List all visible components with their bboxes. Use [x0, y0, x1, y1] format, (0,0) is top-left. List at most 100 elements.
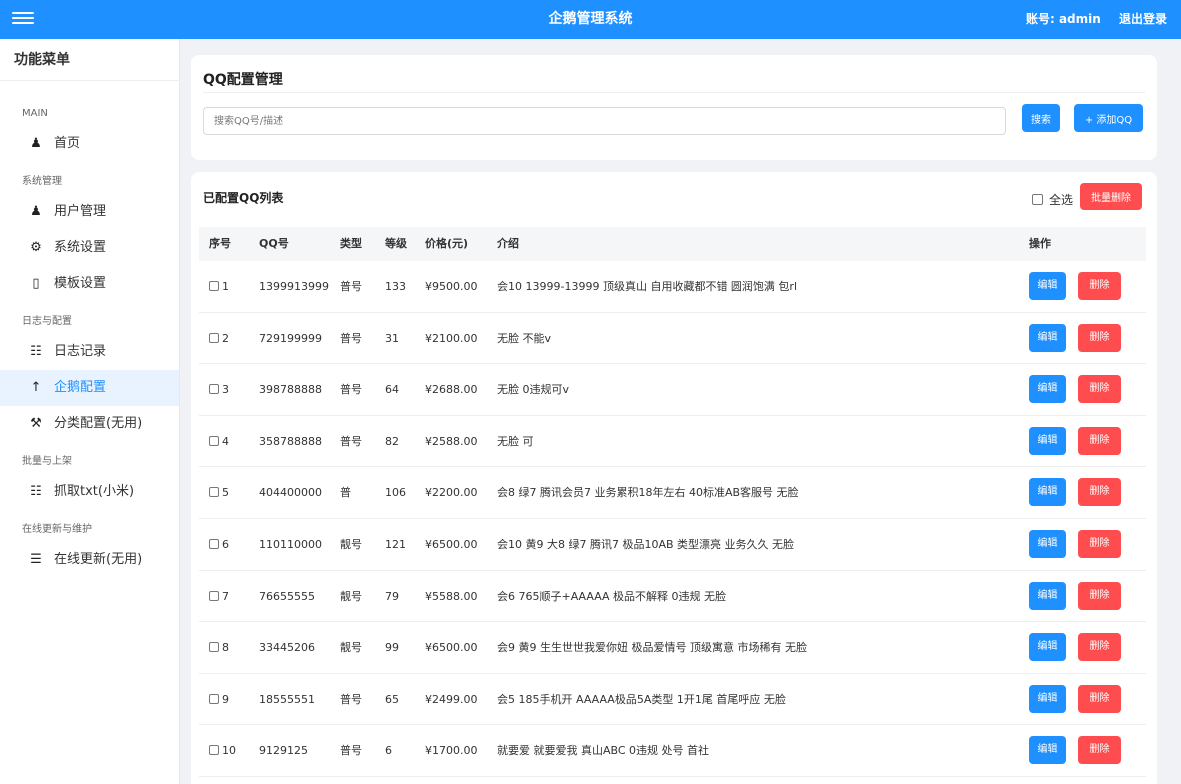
app-title: 企鹅管理系统	[548, 11, 633, 27]
sidebar-item[interactable]: ♟ 首页	[0, 126, 179, 162]
level-cell: 82	[385, 434, 399, 448]
delete-button[interactable]: 删除	[1078, 272, 1121, 300]
description-cell: 会8 绿7 腾讯会员7 业务累积18年左右 40标准AB客服号 无脸	[497, 486, 799, 500]
row-index-cell: 8	[209, 622, 229, 673]
row-index: 2	[222, 331, 229, 345]
row-index: 3	[222, 383, 229, 397]
price-cell: ¥6500.00	[425, 537, 478, 551]
edit-button[interactable]: 编辑	[1029, 529, 1066, 558]
document-icon: ☷	[30, 344, 42, 359]
row-checkbox[interactable]	[209, 590, 219, 601]
delete-button[interactable]: 删除	[1078, 581, 1121, 610]
delete-button[interactable]: 删除	[1078, 633, 1121, 662]
edit-button[interactable]: 编辑	[1029, 323, 1066, 352]
qq-number-cell: 358788888	[259, 434, 322, 448]
row-checkbox[interactable]	[209, 642, 219, 653]
row-index: 8	[222, 641, 229, 655]
sidebar-item[interactable]: ↑ 企鹅配置	[0, 370, 179, 406]
account-label: 账号: admin	[1025, 12, 1101, 26]
price-cell: ¥2200.00	[425, 486, 478, 500]
price-cell: ¥2100.00	[425, 331, 478, 345]
sidebar-item[interactable]: ⚒ 分类配置(无用)	[0, 406, 179, 442]
select-all-label: 全选	[1049, 193, 1074, 207]
edit-button[interactable]: 编辑	[1029, 736, 1066, 765]
row-checkbox[interactable]	[209, 281, 219, 291]
row-checkbox[interactable]	[209, 487, 219, 498]
price-cell: ¥9500.00	[425, 280, 478, 293]
qq-list-card: 已配置QQ列表 全选 批量删除 序号 QQ号 类型 等级 价格(元) 介绍 操作…	[191, 172, 1157, 784]
add-qq-button[interactable]: + 添加QQ	[1074, 104, 1143, 132]
delete-button[interactable]: 删除	[1078, 684, 1121, 713]
type-cell: 靓号	[340, 589, 362, 603]
user-icon: ♟	[30, 204, 42, 219]
row-checkbox[interactable]	[209, 745, 219, 756]
table-row: 5 404400000 普 106 ¥2200.00 会8 绿7 腾讯会员7 业务累积18…	[199, 467, 1146, 519]
price-cell: ¥2499.00	[425, 692, 478, 706]
column-header-qq: QQ号	[259, 237, 289, 250]
edit-button[interactable]: 编辑	[1029, 581, 1066, 610]
type-cell: 靓号	[340, 537, 362, 551]
search-input[interactable]	[203, 107, 1006, 135]
sidebar-item[interactable]: ⚙ 系统设置	[0, 230, 179, 266]
delete-button[interactable]: 删除	[1078, 478, 1121, 507]
table-header: 序号 QQ号 类型 等级 价格(元) 介绍 操作	[199, 227, 1146, 261]
price-cell: ¥2688.00	[425, 383, 478, 397]
delete-button[interactable]: 删除	[1078, 323, 1121, 352]
level-cell: 133	[385, 280, 406, 293]
level-cell: 65	[385, 692, 399, 706]
sidebar-item[interactable]: ☷ 日志记录	[0, 334, 179, 370]
column-header-level: 等级	[385, 237, 407, 250]
edit-button[interactable]: 编辑	[1029, 478, 1066, 507]
row-checkbox[interactable]	[209, 538, 219, 549]
delete-button[interactable]: 删除	[1078, 426, 1121, 455]
table-row: 1 1399913999 普号 133 ¥9500.00 会10 13999-13999 …	[199, 261, 1146, 313]
row-index-cell: 7	[209, 571, 229, 622]
sidebar-group-label: 批量与上架	[22, 456, 72, 467]
edit-button[interactable]: 编辑	[1029, 375, 1066, 404]
row-index: 10	[222, 744, 236, 758]
delete-button[interactable]: 删除	[1078, 375, 1121, 404]
qq-list-title: 已配置QQ列表	[203, 191, 284, 205]
sidebar-groups: MAIN ♟ 首页 系统管理 ♟ 用户管理 ⚙ 系统设置 ▯ 模板设置 日志与配置 ☷ 日志记录 ↑ 企鹅配…	[0, 106, 179, 578]
edit-button[interactable]: 编辑	[1029, 272, 1066, 300]
edit-button[interactable]: 编辑	[1029, 633, 1066, 662]
sidebar-title: 功能菜单	[0, 39, 179, 81]
sidebar-item-label: 分类配置(无用)	[54, 416, 143, 431]
row-checkbox[interactable]	[209, 693, 219, 704]
sidebar-item[interactable]: ☷ 抓取txt(小米)	[0, 474, 179, 510]
row-checkbox[interactable]	[209, 435, 219, 446]
sidebar-item-label: 抓取txt(小米)	[54, 484, 135, 499]
logout-link[interactable]: 退出登录	[1119, 12, 1167, 26]
description-cell: 会10 黄9 大8 绿7 腾讯7 极品10AB 类型漂亮 业务久久 无脸	[497, 537, 795, 551]
table-row: 7 76655555 靓号 79 ¥5588.00 会6 765顺子+AAAAA 极品不解…	[199, 571, 1146, 623]
select-all-checkbox[interactable]: 全选	[1032, 191, 1074, 207]
sidebar-group-label: 在线更新与维护	[22, 524, 92, 535]
sidebar-item[interactable]: ♟ 用户管理	[0, 194, 179, 230]
sidebar-item[interactable]: ☰ 在线更新(无用)	[0, 542, 179, 578]
checkbox-icon[interactable]	[1032, 194, 1043, 205]
qq-number-cell: 398788888	[259, 383, 322, 397]
row-index-cell: 2	[209, 313, 229, 364]
qq-number-cell: 18555551	[259, 692, 315, 706]
column-header-actions: 操作	[1029, 237, 1051, 250]
square-icon: ▯	[32, 276, 40, 291]
sidebar-item-label: 模板设置	[54, 276, 107, 291]
row-index: 1	[222, 280, 229, 293]
edit-button[interactable]: 编辑	[1029, 426, 1066, 455]
sidebar-item[interactable]: ▯ 模板设置	[0, 266, 179, 302]
row-checkbox[interactable]	[209, 384, 219, 395]
level-cell: 106	[385, 486, 406, 500]
delete-button[interactable]: 删除	[1078, 529, 1121, 558]
delete-button[interactable]: 删除	[1078, 736, 1121, 765]
batch-delete-button[interactable]: 批量删除	[1080, 183, 1142, 210]
sidebar-group-label: 系统管理	[22, 176, 62, 187]
level-cell: 121	[385, 537, 406, 551]
table-body: 1 1399913999 普号 133 ¥9500.00 会10 13999-13999 …	[199, 261, 1146, 777]
qq-number-cell: 33445206	[259, 641, 315, 655]
search-button[interactable]: 搜索	[1022, 104, 1060, 132]
price-cell: ¥6500.00	[425, 641, 478, 655]
tools-icon: ⚒	[30, 416, 42, 431]
edit-button[interactable]: 编辑	[1029, 684, 1066, 713]
row-checkbox[interactable]	[209, 332, 219, 343]
qq-config-title: QQ配置管理	[203, 72, 283, 88]
